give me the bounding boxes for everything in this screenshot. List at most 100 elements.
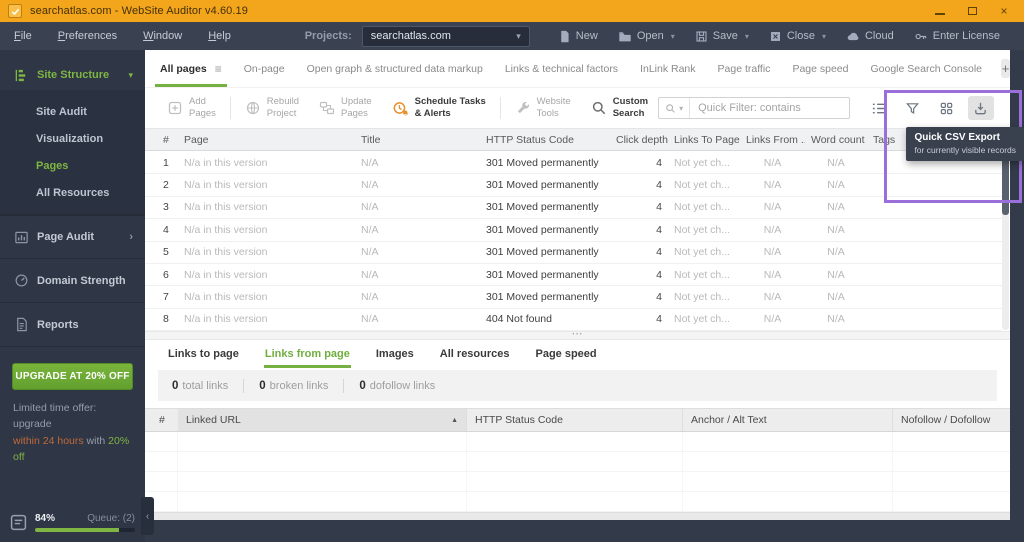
open-project-button[interactable]: Open ▾ <box>608 22 685 50</box>
table-row[interactable]: 6 N/a in this version N/A 301 Moved perm… <box>145 264 1002 286</box>
tab-on-page[interactable]: On-page <box>233 50 296 87</box>
window-controls: × <box>934 5 1016 17</box>
table-row[interactable]: 1 N/a in this version N/A 301 Moved perm… <box>145 152 1002 174</box>
cell-links-from: N/A <box>740 313 805 325</box>
tab-page-speed-detail[interactable]: Page speed <box>523 340 610 368</box>
tab-google-search-console[interactable]: Google Search Console <box>860 50 994 87</box>
sidebar-item-page-audit[interactable]: Page Audit › <box>0 215 145 259</box>
table-row[interactable]: 7 N/a in this version N/A 301 Moved perm… <box>145 286 1002 308</box>
cell-links-from: N/A <box>740 157 805 169</box>
cell-links-from: N/A <box>740 179 805 191</box>
column-header-title[interactable]: Title <box>355 134 480 146</box>
tab-links-technical[interactable]: Links & technical factors <box>494 50 629 87</box>
search-icon <box>665 103 676 114</box>
maximize-button[interactable] <box>966 5 978 17</box>
minimize-button[interactable] <box>934 5 946 17</box>
window-title: searchatlas.com - WebSite Auditor v4.60.… <box>30 5 248 17</box>
workspace-columns-icon[interactable] <box>866 96 892 120</box>
cell-row-number: 7 <box>145 291 178 303</box>
tab-links-to-page[interactable]: Links to page <box>155 340 252 368</box>
column-header-word-count[interactable]: Word count <box>805 134 867 146</box>
cloud-icon <box>846 30 860 43</box>
title-bar: searchatlas.com - WebSite Auditor v4.60.… <box>0 0 1024 22</box>
tab-links-from-page[interactable]: Links from page <box>252 340 363 368</box>
cell-title: N/A <box>355 313 480 325</box>
tab-all-pages[interactable]: All pages ≡ <box>149 50 233 87</box>
menu-preferences[interactable]: Preferences <box>58 30 117 42</box>
table-row[interactable]: 2 N/a in this version N/A 301 Moved perm… <box>145 174 1002 196</box>
sidebar-item-site-structure[interactable]: Site Structure ▾ <box>0 60 145 90</box>
tab-open-graph[interactable]: Open graph & structured data markup <box>296 50 494 87</box>
tab-all-resources[interactable]: All resources <box>427 340 523 368</box>
panel-splitter[interactable]: ⋯ <box>145 331 1010 340</box>
project-dropdown[interactable]: searchatlas.com ▾ <box>362 26 530 47</box>
table-row[interactable]: 5 N/a in this version N/A 301 Moved perm… <box>145 242 1002 264</box>
toolbar-separator <box>230 97 231 119</box>
table-row[interactable]: 3 N/a in this version N/A 301 Moved perm… <box>145 197 1002 219</box>
close-button[interactable]: × <box>998 5 1010 17</box>
column-header-page[interactable]: Page <box>178 134 355 146</box>
chevron-down-icon: ▾ <box>128 70 133 81</box>
quick-csv-export-icon[interactable] <box>968 96 994 120</box>
tab-page-traffic[interactable]: Page traffic <box>707 50 782 87</box>
sidebar-item-visualization[interactable]: Visualization <box>0 125 145 152</box>
tab-images[interactable]: Images <box>363 340 427 368</box>
rebuild-project-button[interactable]: RebuildProject <box>235 96 309 120</box>
file-icon <box>558 30 571 43</box>
filter-icon[interactable] <box>900 96 926 120</box>
cell-http-status: 301 Moved permanently <box>480 269 610 281</box>
table-row[interactable]: 4 N/a in this version N/A 301 Moved perm… <box>145 219 1002 241</box>
task-log-icon[interactable] <box>10 514 27 531</box>
column-header-number[interactable]: # <box>145 409 178 431</box>
cell-word-count: N/A <box>805 157 867 169</box>
hamburger-icon[interactable]: ≡ <box>215 62 222 76</box>
cell-click-depth: 4 <box>610 157 668 169</box>
enter-license-button[interactable]: Enter License <box>904 22 1010 50</box>
cell-links-from: N/A <box>740 224 805 236</box>
new-project-button[interactable]: New <box>548 22 608 50</box>
column-header-links-from[interactable]: Links From ... <box>740 134 805 146</box>
save-project-button[interactable]: Save ▾ <box>685 22 759 50</box>
menu-file[interactable]: File <box>14 30 32 42</box>
sidebar-item-site-audit[interactable]: Site Audit <box>0 98 145 125</box>
schedule-tasks-button[interactable]: Schedule Tasks& Alerts <box>382 96 496 120</box>
add-tab-button[interactable]: + <box>1001 59 1010 78</box>
menu-help[interactable]: Help <box>208 30 231 42</box>
website-tools-button[interactable]: WebsiteTools <box>505 96 581 120</box>
sidebar-item-reports[interactable]: Reports <box>0 303 145 347</box>
cell-row-number: 6 <box>145 269 178 281</box>
add-pages-button[interactable]: AddPages <box>157 96 226 120</box>
cell-title: N/A <box>355 201 480 213</box>
column-header-http-status[interactable]: HTTP Status Code <box>480 134 610 146</box>
cell-row-number: 1 <box>145 157 178 169</box>
column-header-anchor-alt[interactable]: Anchor / Alt Text <box>683 409 893 431</box>
column-header-links-to-page[interactable]: Links To Page <box>668 134 740 146</box>
custom-search-button[interactable]: CustomSearch <box>581 96 658 120</box>
sidebar-item-domain-strength[interactable]: Domain Strength <box>0 259 145 303</box>
upgrade-button[interactable]: UPGRADE AT 20% OFF <box>12 363 133 390</box>
quick-filter-mode[interactable]: ▾ <box>659 98 690 118</box>
quick-filter-input[interactable] <box>690 102 849 114</box>
chevron-down-icon: ▾ <box>516 31 521 42</box>
view-actions <box>866 96 994 120</box>
cell-page: N/a in this version <box>178 224 355 236</box>
sidebar-item-all-resources[interactable]: All Resources <box>0 179 145 206</box>
column-header-click-depth[interactable]: Click depth <box>610 134 668 146</box>
sidebar-collapse-handle[interactable]: ‹ <box>141 497 154 535</box>
close-project-button[interactable]: Close ▾ <box>759 22 836 50</box>
sidebar-item-pages[interactable]: Pages <box>0 152 145 179</box>
update-pages-button[interactable]: UpdatePages <box>309 96 382 120</box>
cloud-button[interactable]: Cloud <box>836 22 904 50</box>
column-header-linked-url[interactable]: Linked URL ▲ <box>178 409 467 431</box>
cell-links-from: N/A <box>740 201 805 213</box>
column-header-http-status[interactable]: HTTP Status Code <box>467 409 683 431</box>
empty-row <box>145 432 1010 452</box>
progress-bar-fill <box>35 528 119 532</box>
workspaces-grid-icon[interactable] <box>934 96 960 120</box>
column-header-number[interactable]: # <box>145 134 178 146</box>
project-dropdown-value: searchatlas.com <box>371 30 451 42</box>
tab-inlink-rank[interactable]: InLink Rank <box>629 50 706 87</box>
column-header-nofollow[interactable]: Nofollow / Dofollow <box>893 409 1010 431</box>
tab-page-speed[interactable]: Page speed <box>781 50 859 87</box>
menu-window[interactable]: Window <box>143 30 182 42</box>
